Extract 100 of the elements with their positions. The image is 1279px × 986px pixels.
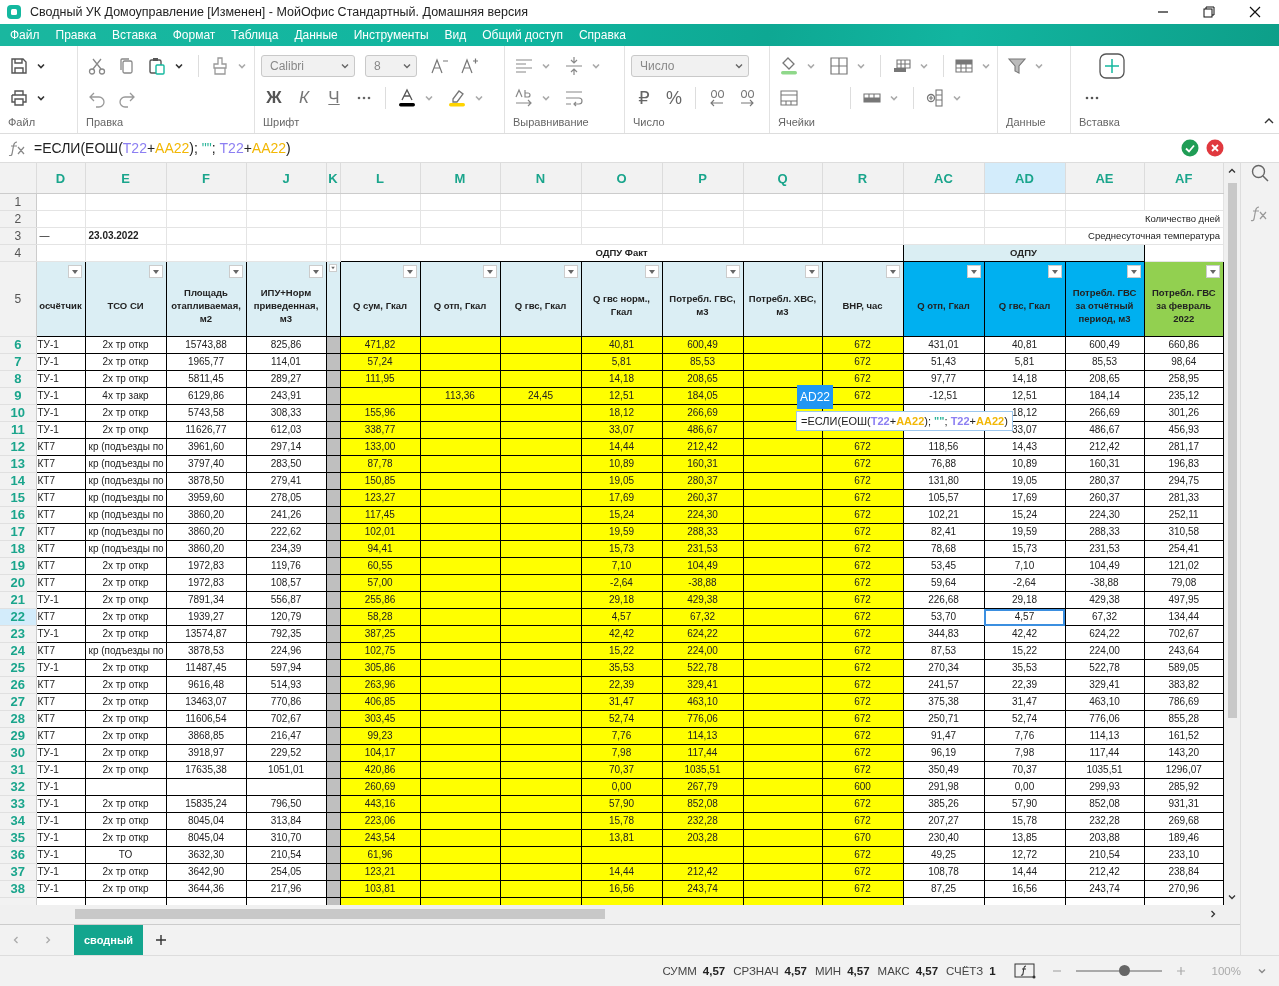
scroll-down-icon[interactable]: [1227, 892, 1237, 902]
header-text: осчётчик: [39, 298, 82, 312]
filter-button[interactable]: [67, 265, 82, 278]
filter-button[interactable]: [402, 265, 417, 278]
column-header[interactable]: AF: [1144, 163, 1224, 194]
table-cell: 114,01: [246, 353, 326, 371]
menu-item[interactable]: Вставка: [104, 26, 165, 44]
save-icon[interactable]: [9, 56, 29, 76]
font-size-dropdown[interactable]: 8: [365, 55, 417, 77]
confirm-icon[interactable]: [1181, 139, 1199, 157]
caret-icon: [734, 61, 744, 71]
table-cell: 120,79: [246, 608, 326, 626]
slider-thumb[interactable]: [1118, 965, 1130, 976]
filter-button[interactable]: [804, 265, 819, 278]
filter-button[interactable]: [725, 265, 740, 278]
menu-item[interactable]: Файл: [2, 26, 48, 44]
menu-item[interactable]: Формат: [164, 26, 224, 44]
table-cell: 232,28: [1065, 812, 1144, 830]
filter-button[interactable]: [563, 265, 578, 278]
column-header[interactable]: D: [36, 163, 85, 194]
filter-button[interactable]: [1047, 265, 1062, 278]
column-header[interactable]: P: [662, 163, 743, 194]
sheet-tab[interactable]: сводный: [74, 925, 144, 955]
add-sheet-icon[interactable]: [155, 934, 168, 946]
stat-value: 4,57: [784, 965, 807, 977]
column-header[interactable]: L: [340, 163, 420, 194]
font-color-icon[interactable]: [397, 88, 417, 108]
row-header[interactable]: 5: [0, 261, 36, 337]
column-header[interactable]: AC: [903, 163, 984, 194]
brush-icon[interactable]: [210, 56, 230, 76]
underline-button[interactable]: Ч: [321, 88, 347, 108]
column-header[interactable]: E: [85, 163, 166, 194]
restore-icon[interactable]: [1203, 6, 1215, 18]
caret-icon[interactable]: [174, 61, 184, 71]
print-icon[interactable]: [9, 88, 29, 108]
currency-button[interactable]: ₽: [631, 87, 657, 109]
filter-button[interactable]: [482, 265, 497, 278]
menu-item[interactable]: Данные: [286, 26, 346, 44]
scroll-up-icon[interactable]: [1227, 166, 1237, 176]
table-cell: 1965,77: [166, 353, 246, 371]
highlighter-icon[interactable]: [447, 88, 467, 108]
text-direction-icon[interactable]: [514, 88, 534, 108]
cut-icon[interactable]: [87, 56, 107, 76]
fill-color-icon[interactable]: [779, 56, 799, 76]
column-header[interactable]: AE: [1065, 163, 1144, 194]
cancel-icon[interactable]: [1206, 139, 1224, 157]
filter-button[interactable]: [328, 264, 337, 272]
vertical-scrollbar[interactable]: [1224, 163, 1240, 905]
filter-button[interactable]: [644, 265, 659, 278]
column-header[interactable]: R: [822, 163, 903, 194]
menu-item[interactable]: Правка: [47, 26, 105, 44]
italic-button[interactable]: К: [291, 88, 317, 108]
caret-icon[interactable]: [36, 93, 46, 103]
filter-button[interactable]: [1126, 265, 1141, 278]
column-header[interactable]: AD: [984, 163, 1065, 194]
horizontal-scrollbar[interactable]: [0, 905, 1240, 925]
decrease-font-icon[interactable]: [430, 56, 450, 76]
wrap-text-icon[interactable]: [564, 88, 584, 108]
header-text: Потребл. ГВС за отчётный период, м3: [1071, 285, 1138, 325]
paste-icon[interactable]: [147, 56, 167, 76]
merge-cells-icon[interactable]: [779, 88, 799, 108]
header-text: Q отп, Гкал: [433, 298, 487, 312]
menu-item[interactable]: Инструменты: [345, 26, 437, 44]
table-cell: 189,46: [1144, 829, 1224, 847]
formula-text[interactable]: =ЕСЛИ(ЕОШ(T22+AA22); ""; T22+AA22): [34, 140, 1174, 156]
filter-button[interactable]: [308, 265, 323, 278]
percent-button[interactable]: %: [661, 87, 687, 109]
formula-toggle-icon[interactable]: [1013, 963, 1036, 979]
menu-item[interactable]: Справка: [570, 26, 634, 44]
column-header[interactable]: O: [581, 163, 662, 194]
column-header[interactable]: F: [166, 163, 246, 194]
filter-button[interactable]: [966, 265, 981, 278]
menu-item[interactable]: Таблица: [223, 26, 287, 44]
table-cell: 2х тр откр: [85, 557, 166, 575]
column-header[interactable]: Q: [743, 163, 822, 194]
zoom-level[interactable]: 100%: [1211, 965, 1241, 977]
scroll-right-icon[interactable]: [1208, 909, 1218, 919]
table-icon[interactable]: [954, 56, 974, 76]
filter-icon[interactable]: [1007, 56, 1027, 76]
bold-button[interactable]: Ж: [261, 88, 287, 108]
borders-icon[interactable]: [829, 56, 849, 76]
column-header[interactable]: N: [500, 163, 581, 194]
column-header[interactable]: J: [246, 163, 326, 194]
vertical-align-icon[interactable]: [564, 56, 584, 76]
filter-button[interactable]: [148, 265, 163, 278]
formula-tooltip: =ЕСЛИ(ЕОШ(T22+AA22); ""; T22+AA22): [796, 411, 1013, 431]
increase-font-icon[interactable]: [460, 56, 480, 76]
insert-column-icon[interactable]: [925, 88, 945, 108]
column-header[interactable]: M: [420, 163, 500, 194]
insert-plus-icon[interactable]: [1099, 53, 1125, 79]
filter-button[interactable]: [885, 265, 900, 278]
filter-button[interactable]: [1206, 265, 1220, 278]
search-icon[interactable]: [1250, 163, 1270, 183]
menu-item[interactable]: Общий доступ: [474, 26, 571, 44]
filter-button[interactable]: [228, 265, 243, 278]
number-format-dropdown[interactable]: Число: [631, 55, 749, 77]
close-icon[interactable]: [1249, 6, 1261, 18]
font-dropdown[interactable]: Calibri: [261, 55, 355, 77]
caret-icon[interactable]: [36, 61, 46, 71]
menu-item[interactable]: Вид: [436, 26, 475, 44]
